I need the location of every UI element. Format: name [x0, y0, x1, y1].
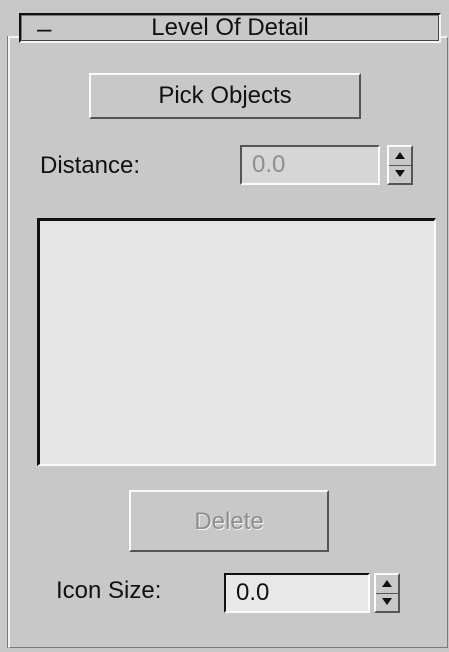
rollout-title: Level Of Detail [151, 14, 309, 41]
rollout-header[interactable]: – Level Of Detail [19, 13, 441, 43]
pick-objects-label: Pick Objects [158, 82, 292, 109]
icon-size-label: Icon Size: [56, 577, 162, 604]
spin-down-arrow-icon[interactable] [389, 165, 411, 183]
spin-up-arrow-icon[interactable] [376, 575, 398, 594]
spin-down-arrow-icon[interactable] [376, 593, 398, 611]
spin-up-arrow-icon[interactable] [389, 147, 411, 166]
icon-size-spinner[interactable] [374, 573, 400, 613]
distance-label: Distance: [40, 152, 141, 179]
delete-button[interactable]: Delete [129, 490, 329, 552]
lod-object-list[interactable] [37, 218, 436, 466]
distance-spinner[interactable] [387, 145, 413, 185]
delete-label: Delete [194, 508, 264, 535]
icon-size-field[interactable] [224, 573, 370, 613]
pick-objects-button[interactable]: Pick Objects [89, 73, 361, 119]
distance-field[interactable] [240, 145, 380, 185]
